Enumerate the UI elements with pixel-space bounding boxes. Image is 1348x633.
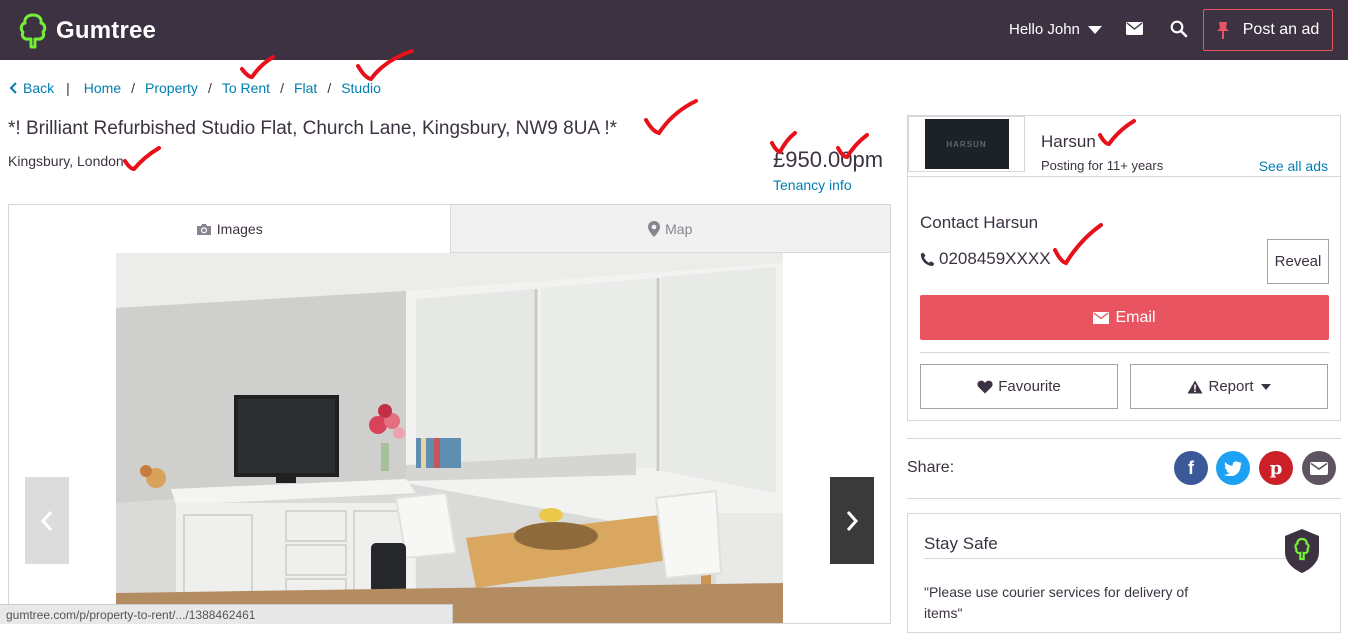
phone-number-text: 0208459XXXX — [939, 249, 1051, 268]
breadcrumb-separator: / — [207, 80, 212, 96]
divider — [908, 176, 1340, 177]
listing-title: *! Brilliant Refurbished Studio Flat, Ch… — [8, 118, 617, 139]
seller-posting-duration: Posting for 11+ years — [1041, 158, 1164, 173]
search-icon — [1170, 20, 1188, 38]
report-label: Report — [1208, 378, 1254, 395]
tab-images-label: Images — [216, 221, 263, 237]
twitter-icon — [1224, 460, 1242, 476]
divider — [920, 352, 1329, 353]
annotation-check-icon — [1053, 223, 1103, 266]
breadcrumb: Back | Home / Property / To Rent / Flat … — [9, 80, 381, 96]
greeting-text: Hello John — [1009, 21, 1080, 38]
seller-logo[interactable]: HARSUN — [908, 116, 1025, 172]
stay-safe-card: Stay Safe "Please use courier services f… — [907, 513, 1341, 633]
facebook-icon: f — [1188, 457, 1194, 478]
gallery-tabs: Images Map — [9, 205, 890, 253]
share-pinterest-button[interactable]: p — [1259, 451, 1293, 485]
caret-down-icon — [1087, 25, 1102, 34]
media-gallery: Images Map — [8, 204, 891, 624]
mail-icon — [1126, 22, 1143, 35]
see-all-ads-link[interactable]: See all ads — [1259, 158, 1328, 174]
back-label: Back — [23, 80, 55, 96]
report-button[interactable]: Report — [1130, 364, 1328, 409]
breadcrumb-separator: / — [280, 80, 284, 96]
breadcrumb-separator: / — [131, 80, 136, 96]
favourite-button[interactable]: Favourite — [920, 364, 1118, 409]
pinterest-icon: p — [1269, 457, 1283, 479]
previous-photo-button[interactable] — [25, 477, 69, 564]
stay-safe-tip: "Please use courier services for deliver… — [924, 584, 1189, 621]
tab-images[interactable]: Images — [9, 205, 450, 253]
camera-icon — [196, 223, 211, 235]
annotation-check-icon — [1098, 119, 1136, 147]
breadcrumb-property[interactable]: Property — [145, 80, 198, 96]
divider — [924, 558, 1290, 559]
tab-map[interactable]: Map — [449, 205, 890, 253]
post-ad-button[interactable]: Post an ad — [1203, 9, 1333, 51]
breadcrumb-flat[interactable]: Flat — [294, 80, 317, 96]
email-button-label: Email — [1115, 308, 1156, 326]
caret-down-icon — [1260, 383, 1271, 390]
warning-icon — [1187, 380, 1203, 393]
divider — [907, 438, 1341, 439]
share-twitter-button[interactable] — [1216, 451, 1250, 485]
chevron-left-icon — [40, 510, 53, 531]
stay-safe-title: Stay Safe — [924, 534, 998, 553]
chevron-right-icon — [846, 510, 859, 531]
post-ad-label: Post an ad — [1242, 21, 1320, 38]
share-label: Share: — [907, 459, 955, 476]
gumtree-tree-icon — [19, 13, 47, 49]
browser-status-url: gumtree.com/p/property-to-rent/.../13884… — [0, 604, 453, 624]
share-facebook-button[interactable]: f — [1174, 451, 1208, 485]
brand-name: Gumtree — [56, 17, 157, 44]
listing-photo[interactable] — [116, 253, 783, 623]
annotation-check-icon — [240, 55, 275, 80]
messages-button[interactable] — [1126, 22, 1143, 40]
annotation-check-icon — [123, 146, 161, 172]
breadcrumb-separator: / — [327, 80, 332, 96]
seller-logo-image: HARSUN — [924, 119, 1009, 169]
search-button[interactable] — [1170, 20, 1188, 43]
studio-flat-photo — [116, 253, 783, 623]
reveal-phone-button[interactable]: Reveal — [1267, 239, 1329, 284]
envelope-icon — [1093, 311, 1110, 324]
tenancy-info-link[interactable]: Tenancy info — [773, 177, 852, 193]
seller-card: HARSUN Harsun Posting for 11+ years See … — [907, 115, 1341, 421]
email-seller-button[interactable]: Email — [920, 295, 1329, 340]
phone-number: 0208459XXXX — [920, 249, 1051, 269]
breadcrumb-to-rent[interactable]: To Rent — [222, 80, 270, 96]
seller-name: Harsun — [1041, 132, 1096, 151]
share-email-button[interactable] — [1302, 451, 1336, 485]
listing-location: Kingsbury, London — [8, 153, 124, 169]
map-marker-icon — [648, 220, 661, 237]
user-menu[interactable]: Hello John — [1009, 21, 1102, 38]
top-navigation-bar: Gumtree Hello John Post an ad — [0, 0, 1348, 60]
heart-icon — [977, 380, 993, 393]
divider — [907, 498, 1341, 499]
email-share-icon — [1310, 461, 1328, 475]
breadcrumb-home[interactable]: Home — [84, 80, 121, 96]
chevron-left-icon — [9, 82, 17, 94]
breadcrumb-separator: | — [66, 80, 70, 96]
gumtree-logo[interactable]: Gumtree — [18, 12, 156, 50]
shield-icon — [1285, 529, 1319, 573]
phone-icon — [920, 252, 935, 266]
annotation-check-icon — [356, 49, 414, 82]
back-link[interactable]: Back — [9, 80, 54, 96]
contact-title: Contact Harsun — [920, 213, 1039, 232]
annotation-check-icon — [836, 133, 869, 160]
annotation-check-icon — [770, 131, 797, 155]
tab-map-label: Map — [665, 220, 693, 237]
next-photo-button[interactable] — [830, 477, 874, 564]
annotation-check-icon — [644, 99, 698, 136]
pin-icon — [1216, 21, 1229, 39]
favourite-label: Favourite — [998, 378, 1061, 395]
